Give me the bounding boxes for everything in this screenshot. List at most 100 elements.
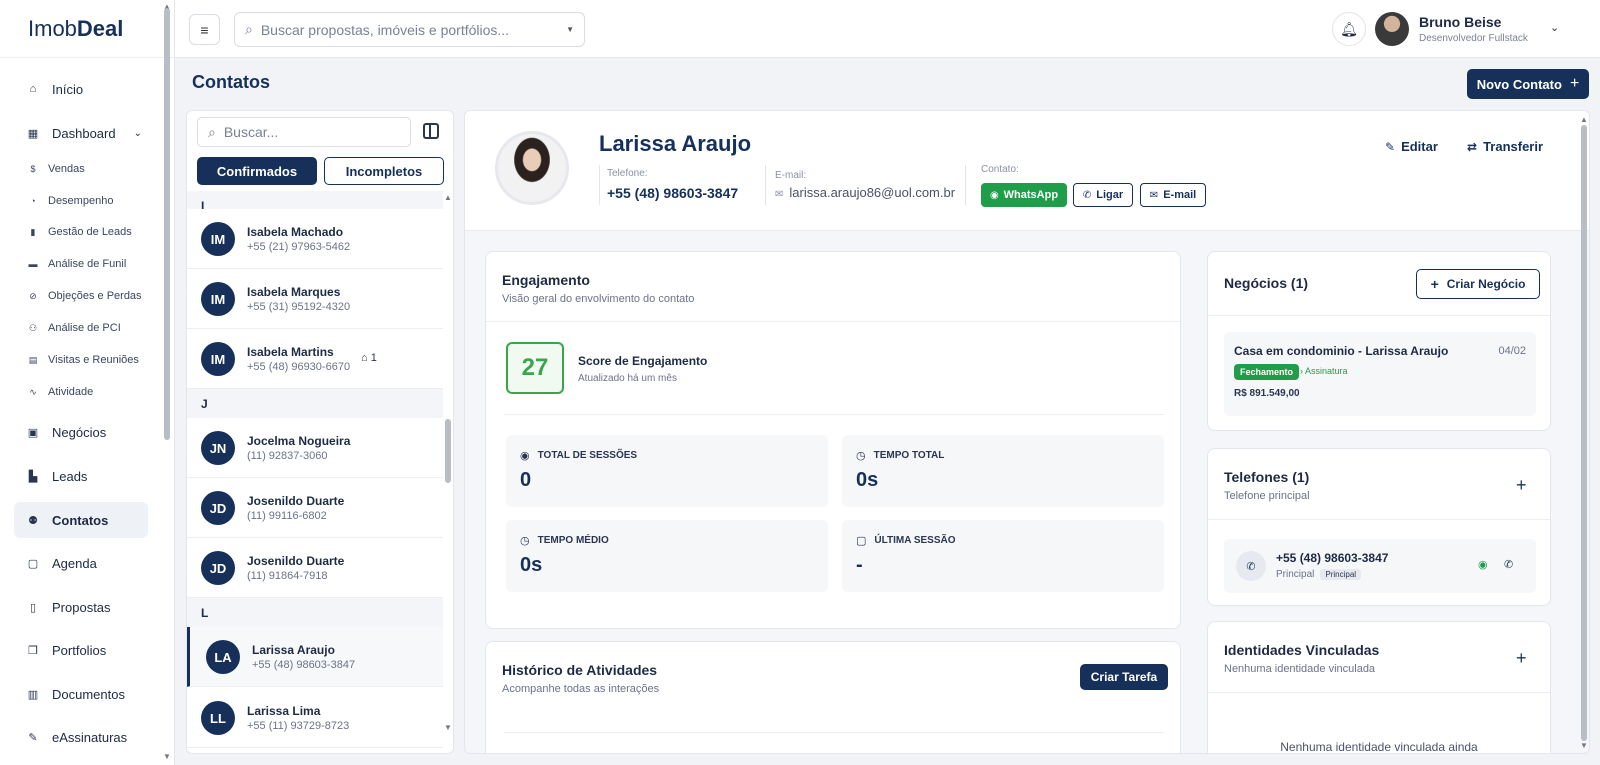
user-avatar[interactable]	[1375, 12, 1409, 46]
scroll-down-arrow-icon[interactable]: ▼	[1580, 741, 1588, 750]
scroll-down-arrow-icon[interactable]: ▼	[163, 752, 171, 761]
sidebar-sub-analise-pci[interactable]: ⚇ Análise de PCI	[14, 315, 148, 341]
clock-icon: ◷	[520, 535, 530, 547]
scroll-thumb[interactable]	[1581, 125, 1587, 741]
divider	[765, 165, 766, 205]
tab-incompletos[interactable]: Incompletos	[324, 157, 444, 185]
contact-row[interactable]: LL Larissa Lima +55 (11) 93729-8723	[187, 688, 443, 748]
sidebar-sub-vendas[interactable]: $ Vendas	[14, 156, 148, 182]
call-button[interactable]: ✆ Ligar	[1073, 183, 1133, 207]
contact-email-value: ✉ larissa.araujo86@uol.com.br	[775, 185, 956, 200]
sidebar-item-contatos[interactable]: ⚉ Contatos	[14, 502, 148, 538]
sidebar-sub-objecoes[interactable]: ⊘ Objeções e Perdas	[14, 283, 148, 309]
sidebar: Imob Deal ⌂ Início ▦ Dashboard ⌄ $ Vendas ◔ De…	[0, 0, 175, 765]
contact-phone: +55 (31) 95192-4320	[247, 301, 351, 313]
create-task-button[interactable]: Criar Tarefa	[1080, 664, 1168, 690]
contact-label: Contato:	[981, 164, 1019, 175]
contact-name: Jocelma Nogueira	[247, 434, 351, 448]
contact-photo	[495, 131, 569, 205]
contact-row[interactable]: JD Josenildo Duarte (11) 99116-6802	[187, 478, 443, 538]
stat-average-time: ◷ TEMPO MÉDIO 0s	[506, 520, 828, 592]
phones-title: Telefones (1)	[1224, 469, 1310, 485]
contact-row[interactable]: JN Jocelma Nogueira (11) 92837-3060	[187, 418, 443, 478]
signature-icon: ✎	[28, 731, 38, 744]
sidebar-item-leads[interactable]: ▙ Leads	[14, 458, 148, 494]
sidebar-scrollbar[interactable]: ▲ ▼	[162, 0, 172, 765]
scroll-down-arrow-icon[interactable]: ▼	[444, 723, 452, 732]
menu-toggle-button[interactable]: ≡	[189, 14, 220, 45]
activity-icon: ∿	[29, 386, 37, 397]
whatsapp-button[interactable]: ◉ WhatsApp	[981, 183, 1067, 207]
collapse-panel-icon[interactable]	[423, 123, 439, 139]
scroll-thumb[interactable]	[164, 8, 170, 440]
contact-name: Larissa Lima	[247, 704, 321, 718]
phone-icon: ✆	[1236, 551, 1266, 581]
deals-card: Negócios (1) + Criar Negócio Casa em cond…	[1207, 251, 1551, 431]
plus-icon: +	[1430, 276, 1439, 292]
sidebar-item-negocios[interactable]: ▣ Negócios	[14, 414, 148, 450]
scroll-thumb[interactable]	[445, 419, 451, 483]
chevron-down-icon[interactable]: ⌄	[1550, 21, 1559, 34]
detail-scrollbar[interactable]: ▲ ▼	[1579, 115, 1589, 751]
add-identity-plus-icon[interactable]: +	[1516, 648, 1527, 669]
history-title: Histórico de Atividades	[502, 662, 658, 678]
contact-row[interactable]: JD Josenildo Duarte (11) 91864-7918	[187, 538, 443, 598]
sidebar-sub-gestao-leads[interactable]: ▮ Gestão de Leads	[14, 219, 148, 245]
notifications-button[interactable]: 🔔︎	[1332, 12, 1366, 46]
sidebar-item-portfolios[interactable]: ❐ Portfolios	[14, 632, 148, 668]
contact-phone: +55 (21) 97963-5462	[247, 241, 351, 253]
email-button[interactable]: ✉ E-mail	[1140, 183, 1206, 207]
scroll-up-arrow-icon[interactable]: ▲	[444, 193, 452, 202]
sidebar-item-agenda[interactable]: ▢ Agenda	[14, 545, 148, 581]
user-name[interactable]: Bruno Beise	[1419, 14, 1501, 30]
edit-button[interactable]: ✎ Editar	[1385, 139, 1438, 154]
sidebar-sub-atividade[interactable]: ∿ Atividade	[14, 379, 148, 405]
app-logo[interactable]: Imob Deal	[0, 0, 174, 58]
bars-icon: ▮	[30, 226, 36, 237]
building-icon: ▤	[28, 354, 38, 365]
scroll-up-arrow-icon[interactable]: ▲	[1580, 115, 1588, 124]
contact-row-selected[interactable]: LA Larissa Araujo +55 (48) 98603-3847	[187, 627, 443, 687]
search-icon: ⌕	[208, 123, 216, 140]
contact-search-input[interactable]: ⌕ Buscar...	[197, 117, 411, 147]
global-search-input[interactable]: ⌕ Buscar propostas, imóveis e portfólios…	[234, 12, 585, 47]
transfer-button[interactable]: ⇄ Transferir	[1467, 139, 1543, 154]
create-deal-button[interactable]: + Criar Negócio	[1416, 269, 1540, 299]
chevron-right-icon: ›	[1300, 366, 1303, 376]
add-phone-plus-icon[interactable]: +	[1516, 475, 1527, 496]
bar-chart-icon: ▙	[28, 470, 38, 483]
contact-avatar: JN	[201, 431, 235, 465]
contact-name: Josenildo Duarte	[247, 494, 345, 508]
call-icon[interactable]: ✆	[1504, 558, 1513, 571]
sidebar-item-inicio[interactable]: ⌂ Início	[14, 71, 148, 107]
sidebar-sub-analise-funil[interactable]: ▬ Análise de Funil	[14, 251, 148, 277]
new-contact-button[interactable]: Novo Contato +	[1467, 69, 1589, 99]
sidebar-item-dashboard[interactable]: ▦ Dashboard ⌄	[14, 115, 148, 151]
contact-row[interactable]: IM Isabela Martins +55 (48) 96930-6670 ⌂…	[187, 329, 443, 389]
sidebar-item-eassinaturas[interactable]: ✎ eAssinaturas	[14, 719, 148, 755]
contact-row[interactable]: IM Isabela Machado +55 (21) 97963-5462	[187, 209, 443, 269]
sidebar-sub-visitas[interactable]: ▤ Visitas e Reuniões	[14, 347, 148, 373]
search-icon: ⌕	[245, 21, 253, 37]
primary-tag: Principal	[1320, 569, 1362, 580]
sidebar-sub-desempenho[interactable]: ◔ Desempenho	[14, 188, 148, 214]
whatsapp-icon[interactable]: ◉	[1478, 558, 1488, 571]
contact-list-scrollbar[interactable]: ▲ ▼	[443, 191, 453, 751]
contact-phone-value: +55 (48) 98603-3847	[607, 185, 739, 201]
briefcase-icon: ▣	[27, 426, 39, 439]
sidebar-item-documentos[interactable]: ▥ Documentos	[14, 676, 148, 712]
contact-avatar: JD	[201, 551, 235, 585]
tab-confirmados[interactable]: Confirmados	[197, 157, 317, 185]
caret-down-icon[interactable]: ▼	[566, 25, 574, 34]
contact-row[interactable]: IM Isabela Marques +55 (31) 95192-4320	[187, 269, 443, 329]
contact-avatar: IM	[201, 282, 235, 316]
divider	[965, 165, 966, 205]
stat-total-sessions: ◉ TOTAL DE SESSÕES 0	[506, 435, 828, 507]
eye-icon: ◉	[520, 450, 530, 462]
ban-icon: ⊘	[29, 290, 37, 301]
mail-icon: ✉	[1149, 189, 1159, 201]
funnel-icon: ▬	[28, 259, 38, 269]
sidebar-item-propostas[interactable]: ▯ Propostas	[14, 589, 148, 625]
deal-item[interactable]: Casa em condominio - Larissa Araujo 04/0…	[1224, 332, 1536, 416]
identities-title: Identidades Vinculadas	[1224, 642, 1380, 658]
